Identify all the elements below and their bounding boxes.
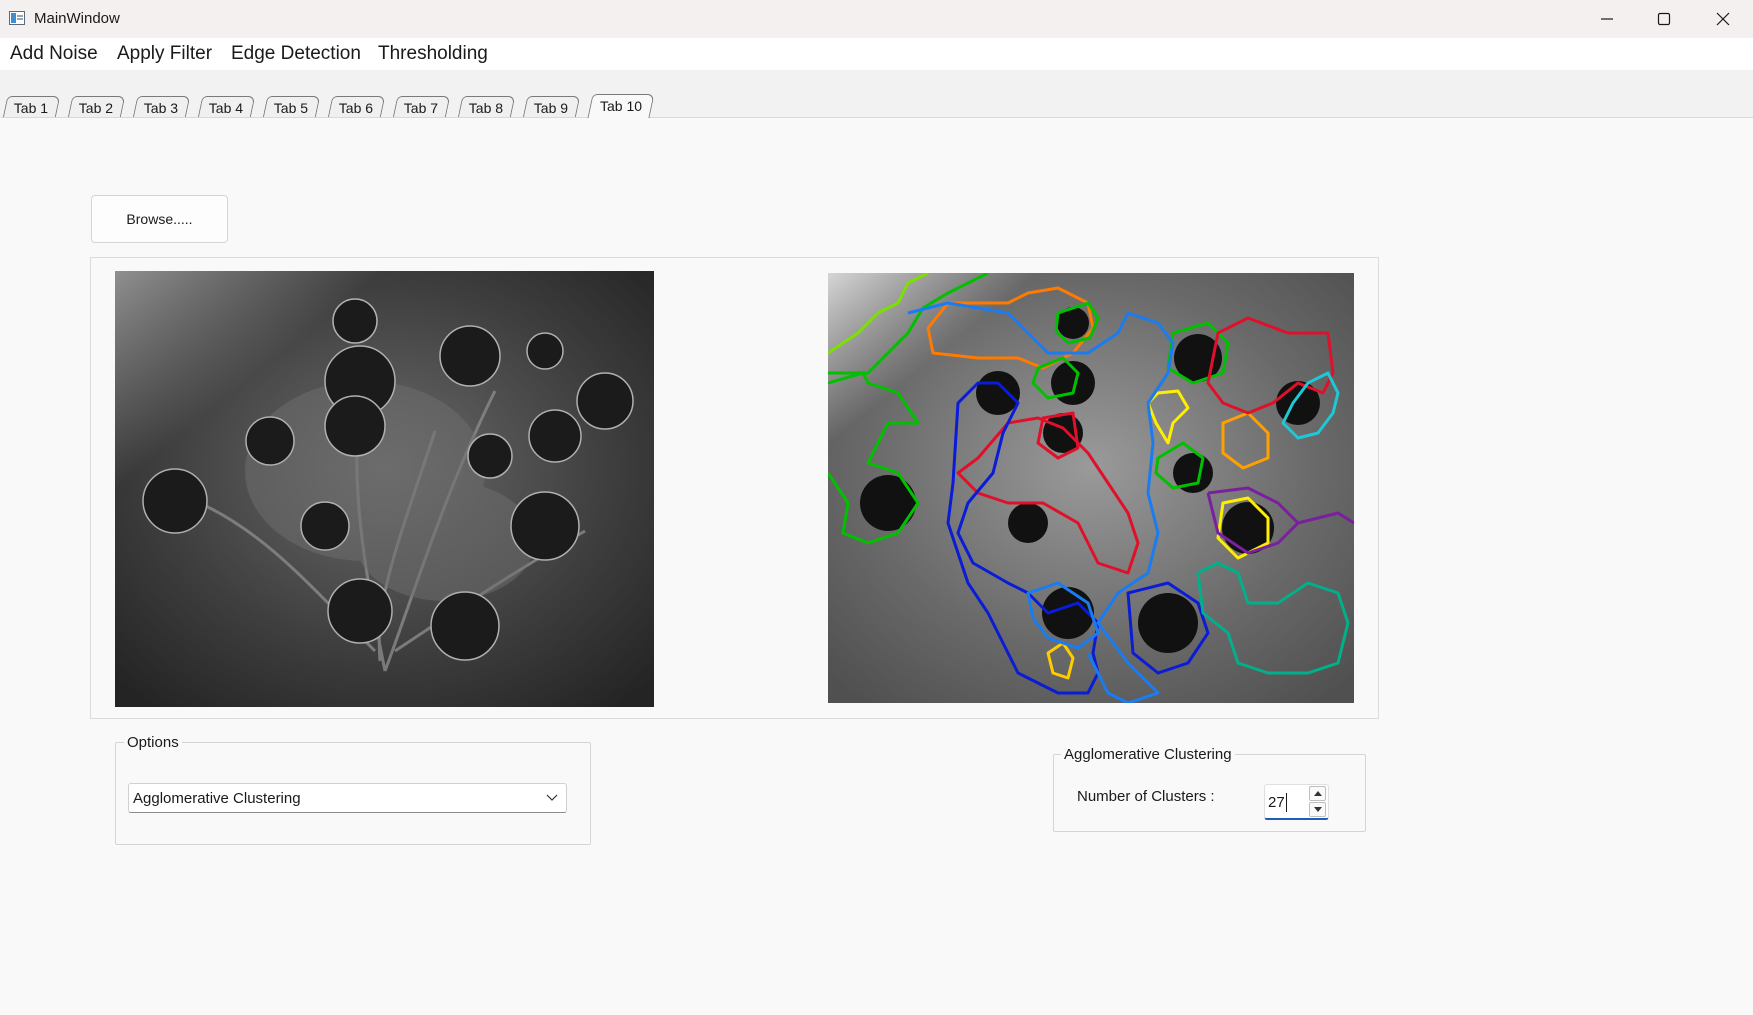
caret-up-icon (1314, 791, 1322, 796)
maximize-button[interactable] (1635, 0, 1693, 38)
tab-8[interactable]: Tab 8 (457, 96, 516, 118)
spin-up-button[interactable] (1309, 786, 1326, 801)
tab-label: Tab 5 (274, 100, 309, 116)
menu-add-noise[interactable]: Add Noise (10, 43, 98, 65)
maximize-icon (1657, 12, 1671, 26)
spin-down-button[interactable] (1309, 802, 1326, 817)
tab-3[interactable]: Tab 3 (132, 96, 191, 118)
menu-thresholding[interactable]: Thresholding (378, 43, 488, 65)
caret-down-icon (1314, 807, 1322, 812)
number-of-clusters-value: 27 (1268, 794, 1285, 811)
number-of-clusters-spinbox[interactable]: 27 (1264, 784, 1329, 820)
menu-bar: Add Noise Apply Filter Edge Detection Th… (0, 38, 1753, 70)
number-of-clusters-label: Number of Clusters : (1077, 788, 1215, 805)
tab-label: Tab 1 (14, 100, 49, 116)
tab-10[interactable]: Tab 10 (587, 94, 655, 118)
tab-9[interactable]: Tab 9 (522, 96, 581, 118)
tab-label: Tab 7 (404, 100, 439, 116)
app-window-icon (9, 11, 25, 25)
clustered-image (828, 273, 1354, 703)
tab-label: Tab 10 (599, 98, 643, 114)
options-title: Options (124, 734, 182, 751)
tab-strip (0, 70, 1753, 118)
menu-apply-filter[interactable]: Apply Filter (117, 43, 212, 65)
close-icon (1716, 12, 1730, 26)
chevron-down-icon (546, 794, 558, 801)
tab-1[interactable]: Tab 1 (2, 96, 61, 118)
tab-4[interactable]: Tab 4 (197, 96, 256, 118)
tab-label: Tab 9 (534, 100, 569, 116)
title-bar: MainWindow (0, 0, 1753, 38)
agglomerative-title: Agglomerative Clustering (1061, 746, 1235, 763)
tab-label: Tab 2 (79, 100, 114, 116)
menu-edge-detection[interactable]: Edge Detection (231, 43, 361, 65)
tab-7[interactable]: Tab 7 (392, 96, 451, 118)
original-image (115, 271, 654, 707)
tab-2[interactable]: Tab 2 (67, 96, 126, 118)
algorithm-select[interactable]: Agglomerative Clustering (128, 783, 567, 813)
browse-button[interactable]: Browse..... (91, 195, 228, 243)
window-title: MainWindow (34, 10, 120, 27)
text-caret (1286, 793, 1287, 812)
tab-5[interactable]: Tab 5 (262, 96, 321, 118)
minimize-button[interactable] (1578, 0, 1636, 38)
tab-6[interactable]: Tab 6 (327, 96, 386, 118)
algorithm-select-value: Agglomerative Clustering (133, 790, 301, 807)
tab-label: Tab 6 (339, 100, 374, 116)
tab-label: Tab 8 (469, 100, 504, 116)
tab-label: Tab 3 (144, 100, 179, 116)
tab-label: Tab 4 (209, 100, 244, 116)
close-button[interactable] (1694, 0, 1752, 38)
minimize-icon (1601, 18, 1613, 20)
